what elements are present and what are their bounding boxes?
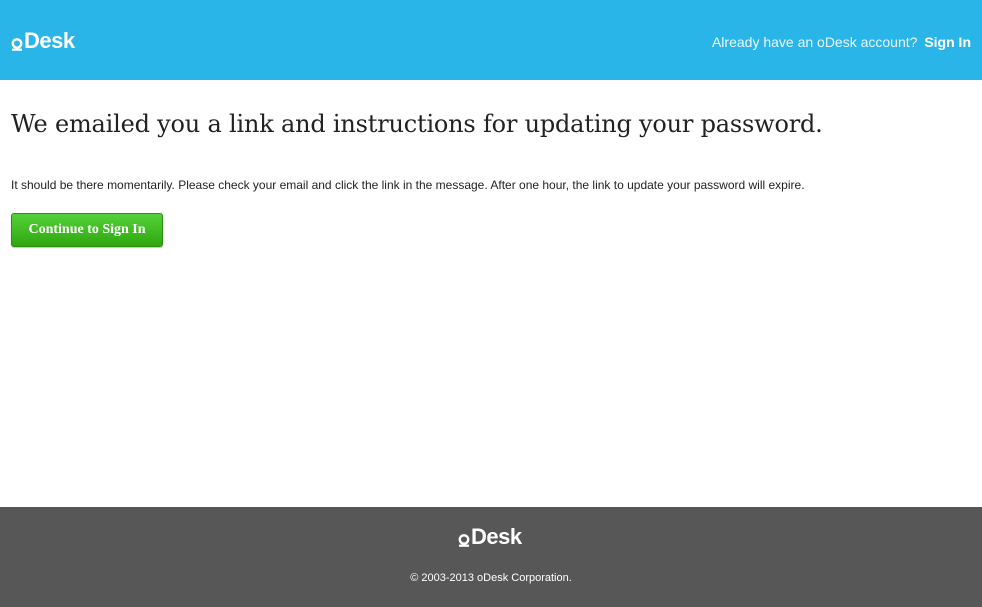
footer-odesk-logo[interactable]: Desk bbox=[458, 524, 522, 550]
instruction-message: It should be there momentarily. Please c… bbox=[11, 178, 805, 192]
copyright-text: © 2003-2013 oDesk Corporation. bbox=[410, 572, 572, 584]
sign-in-link[interactable]: Sign In bbox=[924, 34, 971, 50]
account-prompt-text: Already have an oDesk account? bbox=[711, 34, 918, 50]
account-prompt: Already have an oDesk account? Sign In bbox=[712, 33, 971, 51]
page-title: We emailed you a link and instructions f… bbox=[11, 110, 823, 138]
continue-to-sign-in-button[interactable]: Continue to Sign In bbox=[11, 213, 163, 247]
logo-text: Desk bbox=[24, 28, 75, 53]
footer-logo-text: Desk bbox=[471, 524, 522, 549]
top-header: Desk Already have an oDesk account? Sign… bbox=[0, 0, 982, 80]
page-footer bbox=[0, 507, 982, 607]
odesk-logo-icon bbox=[458, 534, 470, 547]
odesk-logo[interactable]: Desk bbox=[11, 28, 75, 54]
odesk-logo-icon bbox=[11, 38, 23, 51]
